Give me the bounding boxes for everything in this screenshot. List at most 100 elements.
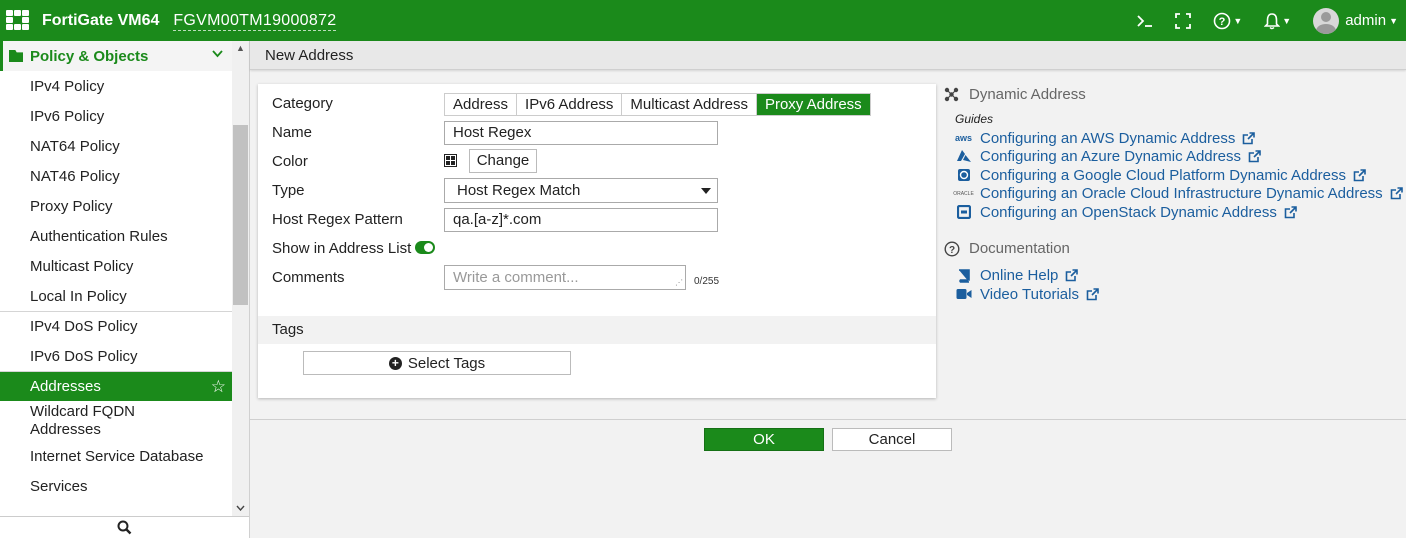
color-swatch-icon: [444, 154, 457, 167]
page-title: New Address: [250, 41, 1406, 70]
sidebar-item-multicast-policy[interactable]: Multicast Policy: [0, 251, 232, 281]
guide-link-openstack[interactable]: Configuring an OpenStack Dynamic Address: [944, 203, 1404, 222]
doc-link-video-tutorials[interactable]: Video Tutorials: [944, 285, 1404, 304]
category-option-proxy-address[interactable]: Proxy Address: [756, 94, 870, 115]
category-option-address[interactable]: Address: [445, 94, 518, 115]
tags-label: Tags: [272, 321, 304, 338]
sidebar-item-label: Wildcard FQDN Addresses: [30, 403, 136, 438]
sidebar-nav: Policy & Objects IPv4 Policy IPv6 Policy…: [0, 41, 250, 538]
top-bar: FortiGate VM64 FGVM00TM19000872 ? ▼ ▼ ad…: [0, 0, 1406, 41]
scroll-down-icon[interactable]: [232, 501, 249, 515]
comments-counter: 0/255: [694, 276, 720, 287]
dynamic-address-icon: [944, 87, 959, 101]
chevron-down-icon: [212, 47, 223, 61]
category-label: Category: [272, 95, 333, 112]
favorite-star-icon[interactable]: ☆: [211, 377, 226, 397]
sidebar-search-button[interactable]: [0, 516, 249, 538]
sidebar-item-label: Addresses: [30, 378, 101, 395]
sidebar-item-label: NAT46 Policy: [30, 167, 120, 185]
ok-button[interactable]: OK: [704, 428, 824, 451]
main-content: New Address Category Address IPv6 Addres…: [250, 41, 1406, 538]
comments-label: Comments: [272, 269, 345, 286]
change-color-button[interactable]: Change: [469, 149, 537, 173]
sidebar-item-ipv6-policy[interactable]: IPv6 Policy: [0, 101, 232, 131]
show-in-list-toggle[interactable]: [415, 241, 435, 254]
doc-link-online-help[interactable]: Online Help: [944, 267, 1404, 286]
sidebar-section-label: Policy & Objects: [30, 47, 149, 65]
name-input[interactable]: Host Regex: [444, 121, 718, 145]
sidebar-item-label: Internet Service Database: [30, 447, 204, 465]
scroll-up-icon[interactable]: ▲: [232, 41, 249, 55]
guide-link-gcp[interactable]: Configuring a Google Cloud Platform Dyna…: [944, 166, 1404, 185]
svg-text:?: ?: [949, 245, 955, 256]
cli-console-icon[interactable]: [1137, 14, 1153, 28]
name-label: Name: [272, 124, 313, 141]
cancel-button[interactable]: Cancel: [832, 428, 952, 451]
sidebar-item-label: Local In Policy: [30, 287, 127, 305]
sidebar-scrollbar[interactable]: ▲: [232, 41, 249, 516]
notification-bell-icon[interactable]: ▼: [1264, 12, 1291, 30]
select-tags-label: Select Tags: [407, 354, 486, 372]
chevron-down-icon: ▼: [1282, 15, 1292, 26]
sidebar-item-ipv4-dos-policy[interactable]: IPv4 DoS Policy: [0, 311, 232, 341]
external-link-icon: [1353, 168, 1366, 182]
external-link-icon: [1390, 187, 1403, 200]
sidebar-item-nat64-policy[interactable]: NAT64 Policy: [0, 131, 232, 161]
policy-folder-icon: [9, 50, 23, 62]
external-link-icon: [1248, 150, 1261, 163]
comments-textarea[interactable]: Write a comment... ⋰: [444, 265, 686, 290]
resize-grip-icon[interactable]: ⋰: [675, 279, 683, 287]
azure-icon: [955, 150, 972, 164]
form-footer: OK Cancel: [250, 419, 1406, 538]
sidebar-item-internet-service-database[interactable]: Internet Service Database: [0, 441, 232, 471]
username-label: admin: [1345, 12, 1387, 29]
type-select[interactable]: Host Regex Match: [444, 178, 718, 203]
book-icon: [955, 268, 972, 283]
sidebar-item-wildcard-fqdn-addresses[interactable]: Wildcard FQDN Addresses: [0, 401, 232, 441]
type-select-value: Host Regex Match: [457, 182, 581, 199]
page-title-text: New Address: [265, 46, 354, 64]
guide-link-aws[interactable]: aws Configuring an AWS Dynamic Address: [944, 129, 1404, 148]
device-serial-link[interactable]: FGVM00TM19000872: [173, 11, 337, 31]
sidebar-item-ipv6-dos-policy[interactable]: IPv6 DoS Policy: [0, 341, 232, 371]
chevron-down-icon: ▼: [1389, 15, 1398, 26]
sidebar-item-label: Proxy Policy: [30, 197, 113, 215]
sidebar-item-nat46-policy[interactable]: NAT46 Policy: [0, 161, 232, 191]
aws-icon: aws: [955, 133, 973, 144]
video-camera-icon: [955, 287, 972, 301]
sidebar-item-services[interactable]: Services: [0, 471, 232, 501]
openstack-icon: [955, 205, 972, 220]
host-regex-input[interactable]: qa.[a-z]*.com: [444, 208, 718, 232]
help-icon[interactable]: ? ▼: [1213, 12, 1242, 30]
guide-link-label: Configuring an AWS Dynamic Address: [980, 129, 1236, 147]
user-menu[interactable]: admin ▼: [1345, 12, 1398, 29]
scrollbar-thumb[interactable]: [233, 125, 248, 305]
sidebar-item-ipv4-policy[interactable]: IPv4 Policy: [0, 71, 232, 101]
documentation-header: ? Documentation: [944, 239, 1404, 259]
sidebar-item-authentication-rules[interactable]: Authentication Rules: [0, 221, 232, 251]
guide-link-label: Configuring a Google Cloud Platform Dyna…: [980, 166, 1347, 184]
guide-link-label: Configuring an Azure Dynamic Address: [980, 148, 1241, 166]
guide-link-oracle[interactable]: ORACLE Configuring an Oracle Cloud Infra…: [944, 185, 1404, 204]
sidebar-section-policy-objects[interactable]: Policy & Objects: [0, 41, 249, 71]
sidebar-item-label: IPv6 Policy: [30, 107, 105, 125]
sidebar-item-label: Services: [30, 477, 88, 495]
select-tags-button[interactable]: + Select Tags: [303, 351, 571, 375]
chevron-down-icon: ▼: [1233, 15, 1243, 26]
doc-link-label: Video Tutorials: [980, 285, 1079, 303]
sidebar-item-addresses[interactable]: Addresses ☆: [0, 371, 232, 401]
fullscreen-icon[interactable]: [1175, 12, 1192, 29]
sidebar-item-local-in-policy[interactable]: Local In Policy: [0, 281, 232, 311]
host-regex-label: Host Regex Pattern: [272, 211, 403, 228]
sidebar-item-label: IPv4 DoS Policy: [30, 318, 138, 335]
category-option-ipv6-address[interactable]: IPv6 Address: [517, 94, 623, 115]
guide-link-azure[interactable]: Configuring an Azure Dynamic Address: [944, 148, 1404, 167]
category-option-multicast-address[interactable]: Multicast Address: [622, 94, 757, 115]
external-link-icon: [1086, 287, 1099, 301]
type-label: Type: [272, 182, 305, 199]
external-link-icon: [1243, 131, 1256, 145]
external-link-icon: [1066, 269, 1079, 282]
sidebar-item-proxy-policy[interactable]: Proxy Policy: [0, 191, 232, 221]
user-avatar-icon[interactable]: [1313, 7, 1340, 34]
fortinet-logo-icon: [6, 9, 36, 32]
